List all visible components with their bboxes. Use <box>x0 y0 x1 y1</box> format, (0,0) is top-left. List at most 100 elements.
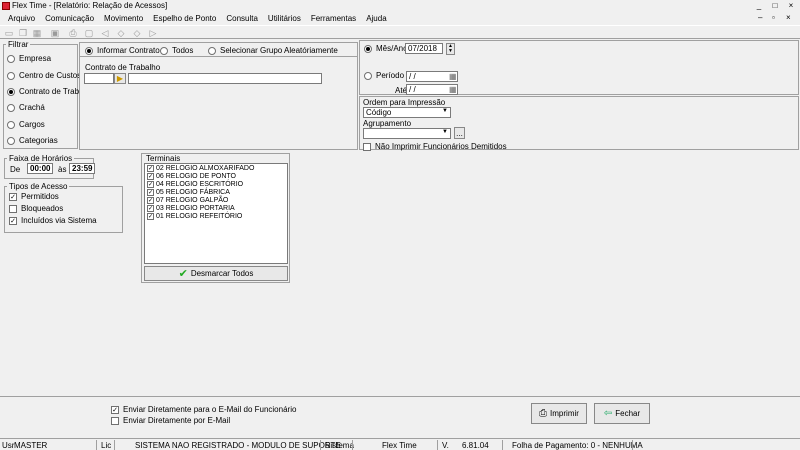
as-label: às <box>58 165 67 174</box>
mes-ano-input[interactable]: 07/2018 <box>405 43 443 54</box>
bloqueados-checkbox[interactable]: Bloqueados <box>9 204 63 213</box>
permitidos-checkbox[interactable]: ✓ Permitidos <box>9 192 59 201</box>
lock-icon[interactable]: ▢ <box>84 28 94 38</box>
ordem-panel: Ordem para Impressão Código ▼ Agrupament… <box>359 96 799 151</box>
imprimir-button[interactable]: ⎙ Imprimir <box>531 403 587 424</box>
terminal-item[interactable]: ✓ 06 RELOGIO DE PONTO <box>147 172 287 180</box>
menu-consulta[interactable]: Consulta <box>222 12 264 25</box>
menu-ajuda[interactable]: Ajuda <box>362 12 392 25</box>
desmarcar-todos-button[interactable]: ✔ Desmarcar Todos <box>144 266 288 281</box>
versao-label: V. <box>442 441 449 450</box>
filtrar-legend: Filtrar <box>6 40 31 49</box>
ordem-select[interactable]: Código <box>363 107 451 118</box>
de-label: De <box>10 165 21 174</box>
contrato-de-trabalho-label: Contrato de Trabalho <box>85 63 161 72</box>
filtrar-empresa[interactable]: Empresa <box>7 54 51 63</box>
faixa-horarios-group: Faixa de Horários De 00:00 às 23:59 <box>4 154 95 179</box>
nao-imprimir-demitidos-checkbox[interactable]: Não Imprimir Funcionários Demitidos <box>363 142 507 151</box>
mdi-close-button[interactable]: × <box>786 13 791 22</box>
ordem-label: Ordem para Impressão <box>363 98 446 107</box>
next-icon[interactable]: ◇ <box>132 28 142 38</box>
menu-movimento[interactable]: Movimento <box>100 12 149 25</box>
exit-door-icon: ⇦ <box>603 408 613 419</box>
agrupamento-label: Agrupamento <box>363 119 412 128</box>
status-bar: Usr MASTER Lic SISTEMA NAO REGISTRADO - … <box>0 438 800 450</box>
terminal-item[interactable]: ✓ 03 RELOGIO PORTARIA <box>147 204 287 212</box>
selecionar-grupo-radio[interactable]: Selecionar Grupo Aleatóriamente <box>208 46 338 55</box>
filtrar-cargos[interactable]: Cargos <box>7 120 45 129</box>
chevron-down-icon[interactable]: ▼ <box>442 129 448 135</box>
sistema-label: Sistema <box>325 441 354 450</box>
informar-contrato-radio[interactable]: Informar Contrato <box>85 46 160 55</box>
prev-icon[interactable]: ◇ <box>116 28 126 38</box>
lic-label: Lic <box>101 441 112 450</box>
filtrar-categorias[interactable]: Categorias <box>7 136 58 145</box>
menu-comunicacao[interactable]: Comunicação <box>41 12 100 25</box>
window-title: Flex Time - [Relatório: Relação de Acess… <box>12 1 168 10</box>
terminais-legend: Terminais <box>146 154 181 163</box>
app-icon <box>2 2 10 10</box>
terminais-panel: Terminais ✓ 02 RELOGIO ALMOXARIFADO ✓ 06 R… <box>141 153 290 283</box>
enviar-email-funcionario-checkbox[interactable]: ✓ Enviar Diretamente para o E-Mail do Fun… <box>111 405 296 414</box>
terminal-item[interactable]: ✓ 07 RELOGIO GALPÃO <box>147 196 287 204</box>
filtrar-group: Filtrar Empresa Centro de Custos Contrat… <box>3 40 94 149</box>
sistema-value: Flex Time <box>382 441 417 450</box>
close-button[interactable]: × <box>786 1 796 10</box>
calendar-icon[interactable]: ▦ <box>449 72 457 81</box>
agrupamento-select[interactable] <box>363 128 451 139</box>
chevron-down-icon[interactable]: ▼ <box>442 108 448 114</box>
first-icon[interactable]: ◁ <box>100 28 110 38</box>
incluidos-via-sistema-checkbox[interactable]: ✓ Incluídos via Sistema <box>9 216 97 225</box>
terminal-item[interactable]: ✓ 02 RELOGIO ALMOXARIFADO <box>147 164 287 172</box>
contrato-code-input[interactable] <box>84 73 114 84</box>
calendar-icon[interactable]: ▦ <box>449 85 457 94</box>
menu-bar: Arquivo Comunicação Movimento Espelho de… <box>0 12 800 25</box>
title-bar: Flex Time - [Relatório: Relação de Acess… <box>0 0 800 12</box>
minimize-button[interactable]: _ <box>754 1 764 10</box>
contrato-description-input[interactable] <box>128 73 322 84</box>
mes-ano-spinner[interactable]: ▲ ▼ <box>446 43 455 55</box>
terminal-item[interactable]: ✓ 05 RELOGIO FÁBRICA <box>147 188 287 196</box>
maximize-button[interactable]: □ <box>770 1 780 10</box>
save-icon[interactable]: ▣ <box>50 28 60 38</box>
de-time-input[interactable]: 00:00 <box>27 163 53 174</box>
folder-icon: ▶ <box>116 74 124 83</box>
printer-icon: ⎙ <box>539 408 548 419</box>
contrato-panel: Informar Contrato Todos Selecionar Grupo… <box>79 42 358 150</box>
mdi-restore-button[interactable]: ▫ <box>772 13 775 22</box>
print-icon[interactable]: ⎙ <box>68 28 78 38</box>
fechar-button[interactable]: ⇦ Fechar <box>594 403 650 424</box>
grid-icon[interactable]: ▦ <box>32 28 42 38</box>
enviar-por-email-checkbox[interactable]: Enviar Diretamente por E-Mail <box>111 416 230 425</box>
tipos-acesso-group: Tipos de Acesso ✓ Permitidos Bloqueados ✓… <box>4 182 123 233</box>
folder-lookup-button[interactable]: ▶ <box>114 73 126 84</box>
agrupamento-ellipsis-button[interactable]: ... <box>454 127 465 139</box>
bottom-divider <box>0 396 800 397</box>
copy-icon[interactable]: ❐ <box>18 28 28 38</box>
folha-pagamento: Folha de Pagamento: 0 - NENHUMA <box>512 441 643 450</box>
last-icon[interactable]: ▷ <box>148 28 158 38</box>
filtrar-cracha[interactable]: Crachá <box>7 103 45 112</box>
todos-radio[interactable]: Todos <box>160 46 193 55</box>
toolbar: ▭ ❐ ▦ ▣ ⎙ ▢ ◁ ◇ ◇ ▷ <box>0 25 800 39</box>
menu-ferramentas[interactable]: Ferramentas <box>307 12 362 25</box>
usr-label: Usr <box>2 441 15 450</box>
terminal-item[interactable]: ✓ 01 RELOGIO REFEITÓRIO <box>147 212 287 220</box>
menu-utilitarios[interactable]: Utilitários <box>264 12 307 25</box>
versao-value: 6.81.04 <box>462 441 489 450</box>
as-time-input[interactable]: 23:59 <box>69 163 95 174</box>
usr-value: MASTER <box>14 441 48 450</box>
new-icon[interactable]: ▭ <box>4 28 14 38</box>
faixa-legend: Faixa de Horários <box>7 154 75 163</box>
mdi-minimize-button[interactable]: – <box>758 13 762 22</box>
terminal-item[interactable]: ✓ 04 RELOGIO ESCRITÓRIO <box>147 180 287 188</box>
tipos-legend: Tipos de Acesso <box>7 182 70 191</box>
menu-espelho-de-ponto[interactable]: Espelho de Ponto <box>149 12 222 25</box>
menu-arquivo[interactable]: Arquivo <box>4 12 41 25</box>
mes-ano-radio[interactable]: Mês/Ano <box>364 44 408 53</box>
checkmark-icon: ✔ <box>178 268 188 280</box>
terminais-list: ✓ 02 RELOGIO ALMOXARIFADO ✓ 06 RELOGIO DE … <box>144 163 288 264</box>
periodo-panel: Mês/Ano 07/2018 ▲ ▼ Período de / / Até / … <box>359 40 799 95</box>
filtrar-centro-de-custos[interactable]: Centro de Custos <box>7 71 81 80</box>
lic-value: SISTEMA NAO REGISTRADO - MODULO DE SUPOR… <box>135 441 341 450</box>
